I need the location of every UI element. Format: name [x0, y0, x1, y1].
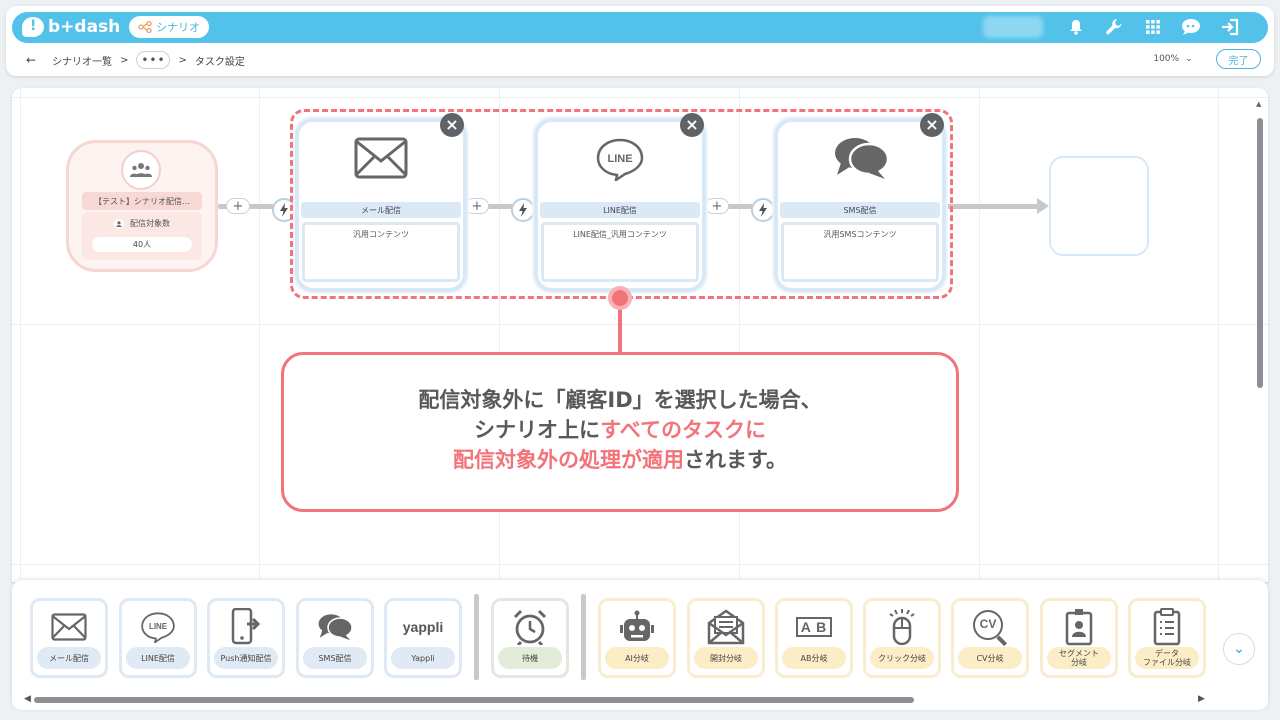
palette-item-label: 待機 — [498, 647, 562, 669]
scenario-icon — [138, 21, 152, 33]
palette-item-segment-branch[interactable]: セグメント 分岐 — [1040, 598, 1118, 678]
add-task-button[interactable]: + — [226, 198, 250, 214]
sms-icon — [299, 607, 371, 647]
breadcrumb-scenario-list[interactable]: シナリオ一覧 — [52, 53, 112, 68]
logo-text: b+dash — [48, 17, 121, 37]
line-icon: LINE — [122, 607, 194, 647]
segment-count-label: 配信対象数 — [88, 218, 196, 229]
palette-item-wait[interactable]: 待機 — [491, 598, 569, 678]
palette-divider — [581, 594, 586, 680]
connector-arrowhead — [1037, 198, 1049, 214]
logo-bubble-icon — [22, 17, 44, 37]
palette-item-mail[interactable]: メール配信 — [30, 598, 108, 678]
yappli-logo-text: yappli — [402, 619, 444, 635]
scenario-menu-pill[interactable]: シナリオ — [129, 16, 209, 38]
palette-item-datafile-branch[interactable]: データ ファイル分岐 — [1128, 598, 1206, 678]
callout-line-3-highlight: 配信対象外の処理が適用 — [453, 448, 685, 472]
chevron-down-icon: ⌄ — [1233, 641, 1245, 657]
callout-line-2-a: シナリオ上に — [474, 418, 601, 442]
mail-icon — [33, 607, 105, 647]
connector-line — [945, 204, 1039, 209]
id-badge-icon — [1043, 607, 1115, 647]
breadcrumb-separator: > — [120, 54, 129, 66]
callout-line-3: 配信対象外の処理が適用されます。 — [281, 445, 959, 475]
cv-icon-text: CV — [979, 617, 997, 631]
callout-line-1: 配信対象外に「顧客ID」を選択した場合、 — [418, 388, 822, 412]
palette-item-label: Yappli — [391, 647, 455, 669]
palette-divider — [474, 594, 479, 680]
callout-connector — [618, 306, 622, 354]
palette-item-click-branch[interactable]: クリック分岐 — [863, 598, 941, 678]
logout-icon[interactable] — [1219, 17, 1241, 37]
robot-icon — [601, 607, 673, 647]
back-arrow-icon[interactable]: ← — [26, 53, 36, 67]
empty-task-slot[interactable] — [1049, 156, 1149, 256]
callout-line-2: シナリオ上にすべてのタスクに — [281, 415, 959, 445]
scroll-right-icon[interactable]: ▶ — [1198, 694, 1205, 704]
callout-line-3-b: されます。 — [684, 448, 787, 472]
breadcrumb-task-settings: タスク設定 — [194, 56, 245, 68]
callout-dot — [608, 286, 632, 310]
breadcrumb-separator: > — [178, 54, 187, 66]
group-users-icon — [121, 150, 161, 190]
wrench-icon[interactable] — [1103, 17, 1125, 37]
segment-count-value: 40人 — [92, 237, 192, 252]
palette-item-open-branch[interactable]: 開封分岐 — [687, 598, 765, 678]
vertical-scrollbar-thumb[interactable] — [1257, 118, 1263, 388]
alarm-clock-icon — [494, 607, 566, 647]
palette-item-label: セグメント 分岐 — [1047, 647, 1111, 669]
yappli-icon: yappli — [387, 607, 459, 647]
horizontal-scrollbar-thumb[interactable] — [34, 697, 914, 703]
open-mail-icon — [690, 607, 762, 647]
app-grid-icon[interactable] — [1142, 17, 1164, 37]
chevron-down-icon: ⌄ — [1185, 54, 1193, 64]
zoom-select[interactable]: 100% ⌄ — [1134, 50, 1212, 68]
user-name-redacted — [983, 16, 1043, 38]
svg-text:LINE: LINE — [149, 622, 167, 631]
palette-item-ab-branch[interactable]: A B AB分岐 — [775, 598, 853, 678]
palette-expand-button[interactable]: ⌄ — [1223, 633, 1255, 665]
user-icon — [114, 218, 124, 229]
palette-item-push[interactable]: Push通知配信 — [207, 598, 285, 678]
palette-item-label: AI分岐 — [605, 647, 669, 669]
scenario-pill-label: シナリオ — [156, 21, 200, 34]
segment-title: 【テスト】シナリオ配信… — [82, 192, 202, 210]
callout-text: 配信対象外に「顧客ID」を選択した場合、 シナリオ上にすべてのタスクに 配信対象… — [281, 385, 959, 475]
palette-item-ai-branch[interactable]: AI分岐 — [598, 598, 676, 678]
bell-icon[interactable] — [1065, 17, 1087, 37]
palette-item-line[interactable]: LINE LINE配信 — [119, 598, 197, 678]
highlight-dashed-box — [290, 109, 953, 299]
palette-item-label: データ ファイル分岐 — [1135, 647, 1199, 669]
mouse-icon — [866, 607, 938, 647]
clipboard-icon — [1131, 607, 1203, 647]
app-logo[interactable]: b+dash — [22, 16, 120, 38]
support-chat-icon[interactable] — [1180, 17, 1202, 37]
callout-line-2-highlight: すべてのタスクに — [600, 418, 766, 442]
palette-item-cv-branch[interactable]: CV CV分岐 — [951, 598, 1029, 678]
segment-count-label-text: 配信対象数 — [130, 219, 170, 228]
breadcrumb: ← シナリオ一覧 > ••• > タスク設定 — [26, 51, 245, 69]
palette-item-label: LINE配信 — [126, 647, 190, 669]
palette-item-label: Push通知配信 — [214, 647, 278, 669]
push-icon — [210, 607, 282, 647]
scroll-left-icon[interactable]: ◀ — [24, 694, 31, 704]
ab-icon-text: A B — [795, 617, 833, 637]
palette-item-sms[interactable]: SMS配信 — [296, 598, 374, 678]
palette-item-label: CV分岐 — [958, 647, 1022, 669]
ab-icon: A B — [778, 607, 850, 647]
cv-search-icon: CV — [954, 607, 1026, 647]
palette-item-label: クリック分岐 — [870, 647, 934, 669]
zoom-value: 100% — [1153, 54, 1180, 64]
palette-item-label: メール配信 — [37, 647, 101, 669]
palette-item-label: SMS配信 — [303, 647, 367, 669]
palette-item-yappli[interactable]: yappli Yappli — [384, 598, 462, 678]
done-button[interactable]: 完了 — [1216, 49, 1261, 69]
palette-item-label: AB分岐 — [782, 647, 846, 669]
palette-item-label: 開封分岐 — [694, 647, 758, 669]
breadcrumb-ellipsis-button[interactable]: ••• — [136, 51, 171, 69]
